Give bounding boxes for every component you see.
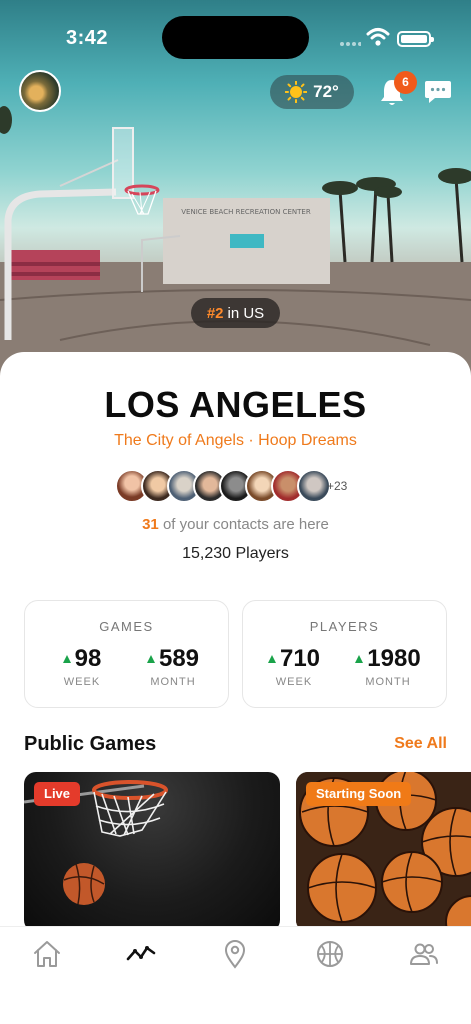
battery-icon [397, 31, 434, 47]
weather-pill[interactable]: 72° [270, 75, 354, 109]
people-icon[interactable] [409, 939, 439, 969]
rank-region: in US [227, 304, 265, 322]
players-month-stat: 1980 MONTH [343, 645, 433, 688]
city-name: LOS ANGELES [104, 384, 367, 425]
chat-icon[interactable] [424, 79, 452, 105]
contacts-avatar-stack[interactable]: +23 [115, 469, 355, 503]
contacts-count: 31 [142, 516, 159, 533]
user-avatar[interactable] [19, 70, 61, 112]
weather-temperature: 72° [313, 82, 339, 101]
contacts-more-count: +23 [327, 479, 348, 493]
hero-sign-text: VENICE BEACH RECREATION CENTER [181, 208, 311, 216]
game-card-live[interactable]: Live [24, 772, 280, 932]
wifi-icon [366, 28, 390, 46]
city-tagline: The City of Angels · Hoop Dreams [114, 432, 357, 449]
games-week-stat: 98 WEEK [37, 645, 127, 688]
games-week-value: 98 [74, 645, 102, 672]
trend-up-icon [146, 655, 155, 663]
players-count: 15,230 Players [182, 545, 289, 562]
status-time: 3:42 [66, 27, 109, 49]
location-pin-icon[interactable] [220, 939, 250, 969]
sun-icon [285, 81, 308, 103]
starting-soon-tag: Starting Soon [306, 782, 412, 806]
players-month-value: 1980 [367, 645, 421, 672]
players-stats-card: PLAYERS 710 WEEK 1980 MONTH [242, 600, 447, 708]
players-week-label: WEEK [275, 676, 313, 688]
hero-banner: VENICE BEACH RECREATION CENTER 3:42 72° … [0, 0, 471, 380]
dynamic-island [162, 16, 309, 59]
players-stats-title: PLAYERS [309, 619, 380, 634]
home-icon[interactable] [32, 939, 62, 969]
games-month-stat: 589 MONTH [128, 645, 218, 688]
game-card-starting-soon[interactable]: Starting Soon [296, 772, 471, 932]
contacts-text: of your contacts are here [162, 516, 329, 533]
players-week-value: 710 [279, 645, 321, 672]
games-stats-title: GAMES [99, 619, 154, 634]
contacts-summary: 31 of your contacts are here [0, 516, 471, 533]
games-week-label: WEEK [63, 676, 101, 688]
cellular-signal-icon [340, 42, 361, 46]
live-tag: Live [34, 782, 81, 806]
notification-badge: 6 [394, 71, 417, 94]
basketball-icon[interactable] [315, 939, 345, 969]
see-all-link[interactable]: See All [394, 735, 447, 753]
contact-avatar [297, 469, 331, 503]
trend-up-icon [62, 655, 71, 663]
games-month-value: 589 [158, 645, 200, 672]
city-rank-pill: #2 in US [191, 298, 280, 328]
trend-up-icon [267, 655, 276, 663]
rank-number: #2 [206, 304, 224, 322]
trend-up-icon [355, 655, 364, 663]
games-stats-card: GAMES 98 WEEK 589 MONTH [24, 600, 229, 708]
players-month-label: MONTH [365, 676, 411, 688]
activity-icon[interactable] [126, 939, 156, 969]
status-bar: 3:42 [0, 0, 471, 76]
players-week-stat: 710 WEEK [249, 645, 339, 688]
public-games-title: Public Games [24, 733, 157, 755]
bottom-tab-bar [0, 926, 471, 1024]
games-month-label: MONTH [150, 676, 196, 688]
